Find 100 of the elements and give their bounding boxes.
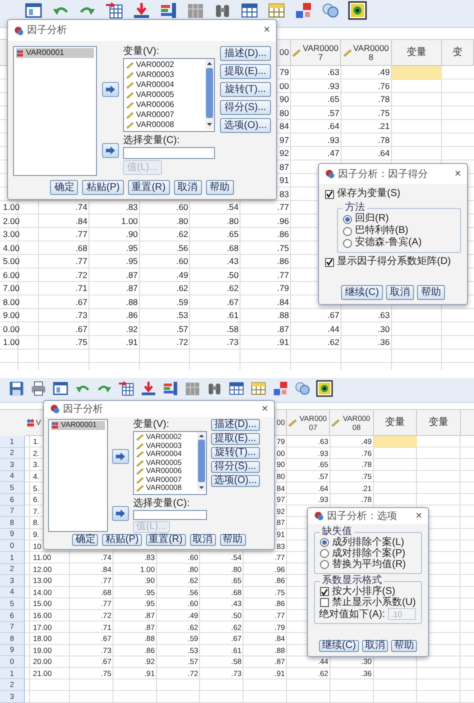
dialog-button[interactable]: 旋转(T)...: [211, 447, 260, 459]
table-cell: .77: [76, 255, 88, 268]
window-icon[interactable]: [24, 1, 43, 20]
labels-icon[interactable]: [294, 1, 313, 20]
table-cell: 84: [279, 120, 289, 134]
table-cell: .96: [277, 214, 289, 228]
selected-cell[interactable]: [392, 66, 442, 80]
download-icon[interactable]: [132, 1, 151, 20]
move-button[interactable]: [112, 449, 129, 464]
table-cell: .57: [328, 106, 340, 120]
list-item[interactable]: VAR00008: [126, 120, 203, 130]
list-item[interactable]: VAR00005: [126, 90, 203, 100]
table-cell: 0.00: [3, 322, 20, 336]
spreadsheet-icon[interactable]: [267, 1, 286, 20]
dialog-button[interactable]: 取消: [362, 640, 388, 652]
close-button[interactable]: ×: [454, 168, 461, 180]
table-cell: .92: [126, 322, 138, 336]
dialog-button[interactable]: 选项(O)...: [211, 475, 260, 487]
move-button[interactable]: [102, 82, 119, 96]
dialog-button[interactable]: 提取(E)...: [211, 433, 260, 445]
list-item[interactable]: VAR00006: [126, 100, 203, 110]
list-item[interactable]: VAR00002: [126, 60, 203, 70]
bar-chart-icon[interactable]: [162, 380, 179, 397]
spreadsheet-icon[interactable]: [250, 380, 267, 397]
move-button[interactable]: [102, 143, 119, 158]
dialog-button[interactable]: 提取(E)...: [220, 64, 271, 79]
group-label: 方法: [344, 203, 366, 213]
scrollbar[interactable]: [205, 59, 214, 129]
dialog-button[interactable]: 取消: [174, 180, 202, 195]
radio-button[interactable]: [343, 214, 352, 224]
radio-button[interactable]: [320, 560, 329, 569]
list-item[interactable]: VAR00003: [126, 70, 203, 80]
table-cell: 1.00: [3, 336, 20, 350]
checkbox[interactable]: [320, 598, 329, 607]
dialog-button[interactable]: 选项(O)...: [220, 118, 271, 133]
dialog-button[interactable]: 重置(R): [128, 180, 170, 195]
arrow-icon: [105, 146, 116, 155]
field-label: 选择变量(C):: [133, 498, 191, 508]
radio-button[interactable]: [320, 549, 329, 558]
dialog-button[interactable]: 确定: [50, 180, 78, 195]
dialog-button[interactable]: 粘贴(P): [102, 534, 142, 546]
circles-icon[interactable]: [321, 1, 340, 20]
variable-list[interactable]: VAR00002 VAR00003 VAR00004 VAR00005 VAR00006 VAR00007 VAR00008: [123, 58, 215, 132]
text-field[interactable]: [133, 510, 207, 520]
bar-chart-icon[interactable]: [159, 1, 178, 20]
radio-button[interactable]: [343, 238, 352, 248]
table-cell: .75: [76, 336, 88, 350]
selected-cell[interactable]: [374, 436, 418, 448]
list-item[interactable]: VAR00004: [126, 80, 203, 90]
dialog-button[interactable]: 旋转(T)...: [220, 82, 271, 97]
close-button[interactable]: ×: [262, 404, 268, 414]
list-item[interactable]: VAR00007: [126, 110, 203, 120]
nominal-icon: [16, 49, 24, 57]
print-icon[interactable]: [30, 380, 47, 397]
circles-icon[interactable]: [294, 380, 311, 397]
dialog-button[interactable]: 得分(S)...: [220, 100, 271, 115]
checkbox[interactable]: [320, 587, 329, 596]
table-cell: 5.00: [3, 255, 20, 268]
download-icon[interactable]: [140, 380, 157, 397]
labels-icon[interactable]: [272, 380, 289, 397]
scrollbar[interactable]: [197, 432, 206, 492]
table-arrow-icon[interactable]: [118, 380, 135, 397]
dialog-button[interactable]: 取消: [386, 285, 414, 300]
dialog-button[interactable]: 确定: [72, 534, 98, 546]
checkbox[interactable]: [325, 258, 334, 266]
dialog-button[interactable]: 帮助: [416, 285, 445, 300]
table-icon[interactable]: [240, 1, 259, 20]
dialog-button[interactable]: 帮助: [390, 640, 417, 652]
checkbox[interactable]: [325, 190, 334, 198]
dialog-button[interactable]: 继续(C): [319, 640, 359, 652]
dialog-button[interactable]: 帮助: [206, 180, 234, 195]
dialog-button[interactable]: 重置(R): [146, 534, 186, 546]
dialog-button[interactable]: 帮助: [220, 534, 246, 546]
table-cell: .61: [226, 309, 239, 322]
variable-source-list[interactable]: VAR00001: [13, 46, 97, 176]
column-header: 变: [452, 48, 463, 57]
save-icon[interactable]: [8, 380, 25, 397]
window-icon[interactable]: [52, 380, 69, 397]
table-icon[interactable]: [228, 380, 245, 397]
close-button[interactable]: ×: [264, 25, 270, 36]
dialog-button[interactable]: 描述(D)...: [211, 419, 260, 431]
table-arrow-icon[interactable]: [105, 1, 124, 20]
dialog-button[interactable]: 继续(C): [341, 285, 383, 300]
radio-button[interactable]: [343, 226, 352, 236]
table-cell: .62: [176, 228, 188, 242]
target-icon[interactable]: [316, 380, 333, 397]
dialog-button[interactable]: 得分(S)...: [211, 461, 260, 473]
table-cell: .44: [328, 322, 340, 336]
table-cell: .57: [176, 322, 188, 336]
radio-button[interactable]: [320, 538, 329, 547]
target-icon[interactable]: [348, 1, 367, 20]
dialog-button[interactable]: 描述(D)...: [220, 46, 271, 61]
table-cell: .67: [226, 296, 239, 309]
move-button[interactable]: [112, 506, 129, 520]
list-item[interactable]: VAR00001: [16, 48, 94, 58]
dialog-button[interactable]: 取消: [190, 534, 216, 546]
dialog-button[interactable]: 粘贴(P): [82, 180, 124, 195]
table-cell: .72: [76, 268, 88, 282]
text-field[interactable]: [123, 147, 215, 159]
close-button[interactable]: ×: [416, 510, 422, 522]
